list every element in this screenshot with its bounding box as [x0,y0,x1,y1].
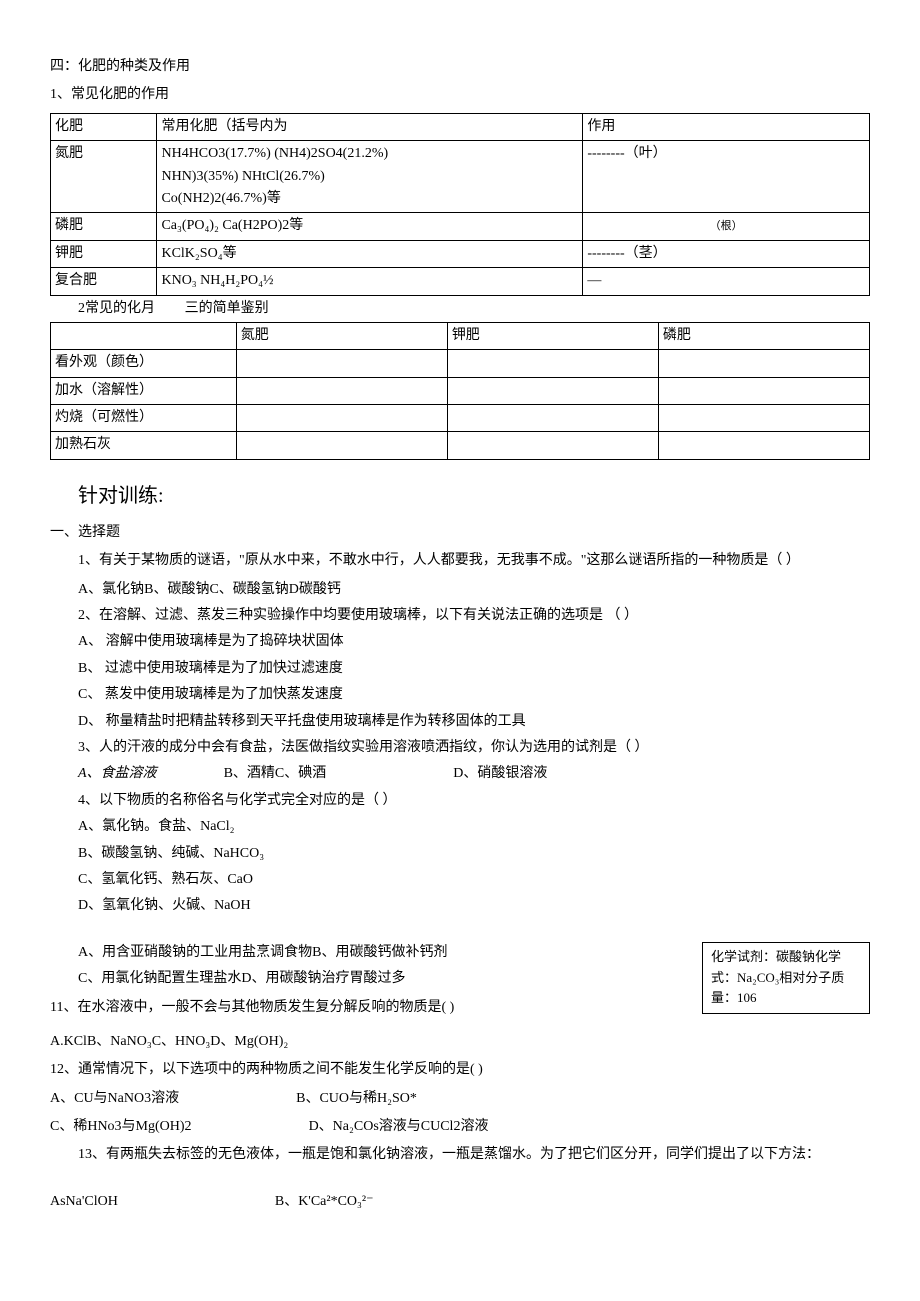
q12-opt-a: A、CU与NaNO3溶液 [50,1091,179,1106]
cell: 磷肥 [51,213,157,240]
table-row: 氮肥 钾肥 磷肥 [51,322,870,349]
q4-opt-a: A、氯化钠。食盐、NaCl₂ [78,816,870,838]
text: 2常见的化月 [78,298,185,320]
q12-row2: C、稀HNo3与Mg(OH)2 D、Na₂COs溶液与CUCl2溶液 [50,1116,870,1138]
cell [658,377,869,404]
table-row: 钾肥 KClK₂SO₄等 --------（茎） [51,240,870,267]
cell [447,405,658,432]
question-13: 13、有两瓶失去标签的无色液体，一瓶是饱和氯化钠溶液，一瓶是蒸馏水。为了把它们区… [78,1144,870,1166]
cell: 化肥 [51,113,157,140]
cell: 灼烧（可燃性） [51,405,237,432]
table-row: 加水（溶解性） [51,377,870,404]
cell: 常用化肥（括号内为 [157,113,583,140]
table-row: 化肥 常用化肥（括号内为 作用 [51,113,870,140]
cell: KNO₃ NH₄H₂PO₄½ [157,268,583,295]
cell: 复合肥 [51,268,157,295]
text: NHN)3(35%) NHtCl(26.7%) [161,166,578,188]
practice-title: 针对训练: [78,480,870,512]
cell [236,432,447,459]
reagent-info-box: 化学试剂：碳酸钠化学式：Na₂CO₃相对分子质量：106 [702,942,870,1014]
cell [51,322,237,349]
question-3: 3、人的汗液的成分中会有食盐，法医做指纹实验用溶液喷洒指纹，你认为选用的试剂是（… [78,737,870,759]
q4-opt-d: D、氢氧化钠、火碱、NaOH [78,895,870,917]
q2-opt-c: C、 蒸发中使用玻璃棒是为了加快蒸发速度 [78,684,870,706]
q4-opt-c: C、氢氧化钙、熟石灰、CaO [78,869,870,891]
cell: 磷肥 [658,322,869,349]
cell: （根） [583,213,870,240]
cell: 作用 [583,113,870,140]
fertilizer-table: 化肥 常用化肥（括号内为 作用 氮肥 NH4HCO3(17.7%) (NH4)2… [50,113,870,296]
text: NH4HCO3(17.7%) (NH4)2SO4(21.2%) [161,143,578,165]
q4-opt-b: B、碳酸氢钠、纯碱、NaHCO₃ [78,843,870,865]
cell: 钾肥 [51,240,157,267]
q2-opt-a: A、 溶解中使用玻璃棒是为了捣碎块状固体 [78,631,870,653]
cell [658,432,869,459]
cell [236,377,447,404]
q3-opt-bc: B、酒精C、碘酒 [224,766,327,781]
bottom-a: AsNa'ClOH [50,1194,118,1209]
cell: 氮肥 [51,141,157,213]
cell: 氮肥 [236,322,447,349]
cell [447,432,658,459]
cell: 看外观（颜色） [51,350,237,377]
q2-opt-d: D、 称量精盐时把精盐转移到天平托盘使用玻璃棒是作为转移固体的工具 [78,711,870,733]
cell [236,350,447,377]
subheading-1: 1、常见化肥的作用 [50,84,870,106]
table-row: 灼烧（可燃性） [51,405,870,432]
cell: 加水（溶解性） [51,377,237,404]
cell: --------（茎） [583,240,870,267]
cell [658,350,869,377]
cell: --------（叶） [583,141,870,213]
q12-opt-b: B、CUO与稀H₂SO* [296,1091,417,1106]
bottom-row: AsNa'ClOH B、K'Ca²*CO₃²⁻ [50,1191,870,1213]
q3-opt-a: A、食盐溶液 [78,766,157,781]
table-row: 加熟石灰 [51,432,870,459]
bottom-b: B、K'Ca²*CO₃²⁻ [275,1194,374,1209]
q1-options: A、氯化钠B、碳酸钠C、碳酸氢钠D碳酸钙 [78,579,870,601]
cell: 钾肥 [447,322,658,349]
question-12: 12、通常情况下，以下选项中的两种物质之间不能发生化学反响的是( ) [50,1059,870,1081]
text: Co(NH2)2(46.7%)等 [161,188,578,210]
question-2: 2、在溶解、过滤、蒸发三种实验操作中均要使用玻璃棒，以下有关说法正确的选项是 （… [78,605,870,627]
q12-opt-c: C、稀HNo3与Mg(OH)2 [50,1119,192,1134]
identification-table: 氮肥 钾肥 磷肥 看外观（颜色） 加水（溶解性） 灼烧（可燃性） 加熟石灰 [50,322,870,460]
question-4: 4、以下物质的名称俗名与化学式完全对应的是（ ） [78,790,870,812]
text: （根） [710,220,743,232]
cell: KClK₂SO₄等 [157,240,583,267]
table-row: 复合肥 KNO₃ NH₄H₂PO₄½ — [51,268,870,295]
heading-types: 四：化肥的种类及作用 [50,56,870,78]
table-row: 看外观（颜色） [51,350,870,377]
table-row: 氮肥 NH4HCO3(17.7%) (NH4)2SO4(21.2%) NHN)3… [51,141,870,213]
q12-row1: A、CU与NaNO3溶液 B、CUO与稀H₂SO* [50,1088,870,1110]
text: 三的简单鉴别 [185,298,269,320]
cell: NH4HCO3(17.7%) (NH4)2SO4(21.2%) NHN)3(35… [157,141,583,213]
cell [236,405,447,432]
q3-opt-d: D、硝酸银溶液 [453,766,547,781]
cell: Ca₃(PO₄)₂ Ca(H2PO)2等 [157,213,583,240]
cell [447,377,658,404]
cell: 加熟石灰 [51,432,237,459]
q11-options: A.KClB、NaNO₃C、HNO₃D、Mg(OH)₂ [50,1031,870,1053]
q2-opt-b: B、 过滤中使用玻璃棒是为了加快过滤速度 [78,658,870,680]
table-row: 磷肥 Ca₃(PO₄)₂ Ca(H2PO)2等 （根） [51,213,870,240]
choice-heading: 一、选择题 [50,522,870,544]
question-1: 1、有关于某物质的谜语，"原从水中来，不敢水中行，人人都要我，无我事不成。"这那… [50,550,870,572]
subheading-2-split: 2常见的化月 三的简单鉴别 [50,298,870,320]
q3-options: A、食盐溶液 B、酒精C、碘酒 D、硝酸银溶液 [78,763,870,785]
q12-opt-d: D、Na₂COs溶液与CUCl2溶液 [309,1119,489,1134]
cell: — [583,268,870,295]
cell [658,405,869,432]
cell [447,350,658,377]
